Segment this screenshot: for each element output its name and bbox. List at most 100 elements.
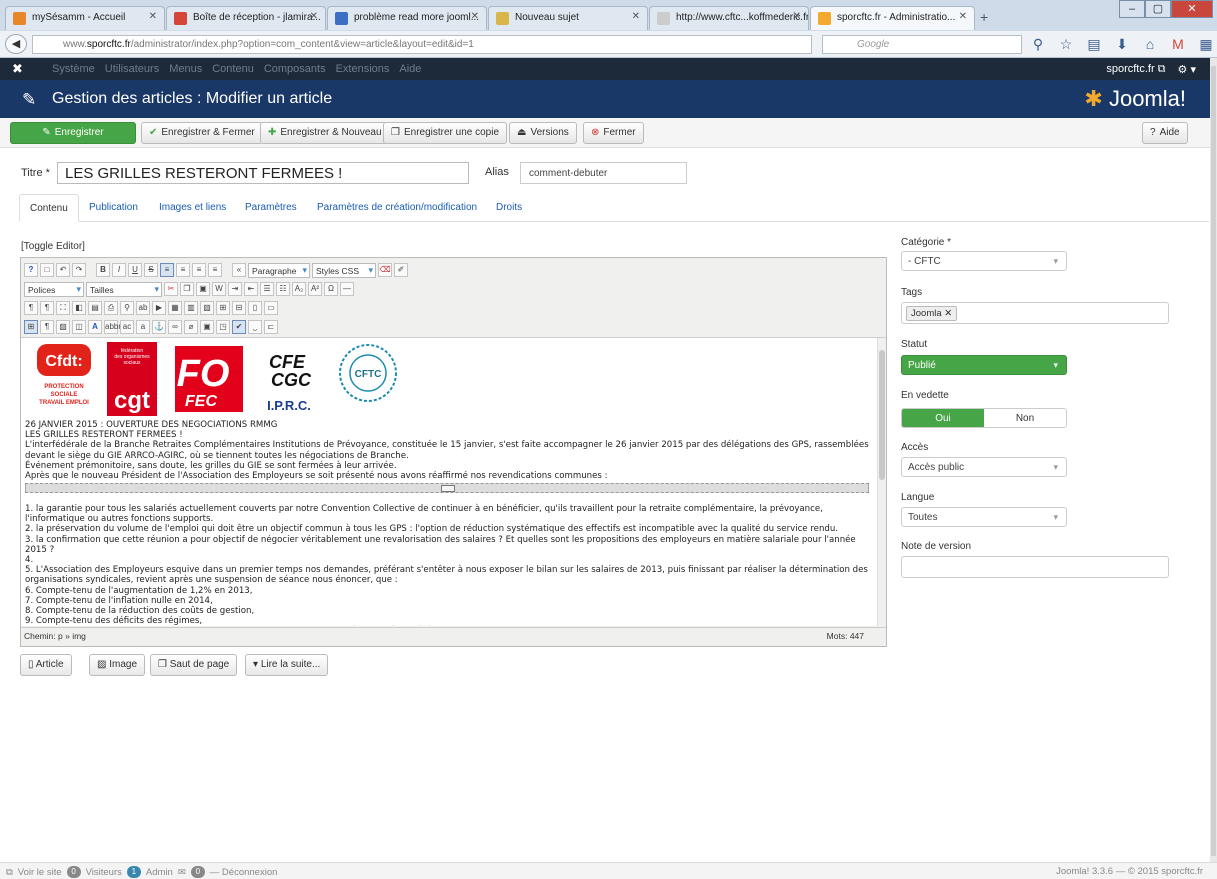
tags-input[interactable]: Joomla ✕	[901, 302, 1169, 324]
insert-pagebreak-button[interactable]: ❐ Saut de page	[150, 654, 238, 676]
settings-dropdown[interactable]: ⚙ ▾	[1178, 63, 1196, 76]
sizes-select[interactable]: Tailles	[86, 281, 162, 297]
maximize-icon[interactable]: ▢	[1145, 0, 1171, 18]
find-icon[interactable]: ⚲	[120, 301, 134, 315]
superscript-icon[interactable]: A²	[308, 282, 322, 296]
italic-icon[interactable]: I	[112, 263, 126, 277]
browser-tab-sporcftc-admin[interactable]: sporcftc.fr - Administratio... ✕	[810, 6, 975, 30]
version-note-input[interactable]	[901, 556, 1169, 578]
browser-tab-nouveau-sujet[interactable]: Nouveau sujet ✕	[488, 6, 648, 30]
minimize-icon[interactable]: –	[1119, 0, 1145, 18]
gmail-icon[interactable]: M	[1170, 36, 1186, 53]
browser-tab-cftc[interactable]: http://www.cftc...koffmederic.fr/ ✕	[649, 6, 809, 30]
delete-row-icon[interactable]: ⊟	[232, 301, 246, 315]
new-tab-icon[interactable]: +	[980, 9, 988, 25]
media-icon[interactable]: ▶	[152, 301, 166, 315]
unordered-list-icon[interactable]: ☰	[260, 282, 274, 296]
tab-close-icon[interactable]: ✕	[471, 11, 479, 22]
format-select[interactable]: Paragraphe	[248, 262, 310, 278]
charmap-icon[interactable]: Ω	[324, 282, 338, 296]
tab-close-icon[interactable]: ✕	[793, 11, 801, 22]
menu-composants[interactable]: Composants	[264, 63, 326, 75]
help-icon[interactable]: ?	[24, 263, 38, 277]
insert-article-button[interactable]: ▯ Article	[20, 654, 72, 676]
strikethrough-icon[interactable]: S	[144, 263, 158, 277]
link-icon[interactable]: ∞	[168, 320, 182, 334]
close-button[interactable]: ⊗ Fermer	[583, 122, 644, 144]
editor-content[interactable]: Cfdt: PROTECTION SOCIALE TRAVAIL EMPLOI …	[21, 338, 877, 626]
acronym-icon[interactable]: ac	[120, 320, 134, 334]
toggle-editor-link[interactable]: [Toggle Editor]	[21, 241, 85, 252]
close-window-icon[interactable]: ✕	[1171, 0, 1213, 18]
tab-parametres[interactable]: Paramètres	[235, 194, 307, 222]
blockquote-icon[interactable]: «	[232, 263, 246, 277]
featured-no-button[interactable]: Non	[984, 409, 1066, 427]
address-bar[interactable]: www.sporcftc.fr/administrator/index.php?…	[32, 35, 812, 54]
pilcrow-icon[interactable]: ¶	[40, 320, 54, 334]
paste-word-icon[interactable]: W	[212, 282, 226, 296]
title-input[interactable]: LES GRILLES RESTERONT FERMEES !	[57, 162, 469, 184]
fullscreen-icon[interactable]: ⛶	[56, 301, 70, 315]
ordered-list-icon[interactable]: ☷	[276, 282, 290, 296]
table-icon[interactable]: ▦	[168, 301, 182, 315]
row-props-icon[interactable]: ▥	[184, 301, 198, 315]
tab-droits[interactable]: Droits	[486, 194, 532, 222]
new-document-icon[interactable]: □	[40, 263, 54, 277]
anchor-icon[interactable]: ⚓	[152, 320, 166, 334]
tag-chip-joomla[interactable]: Joomla ✕	[906, 306, 958, 321]
copy-icon[interactable]: ❐	[180, 282, 194, 296]
cleanup-icon[interactable]: ✐	[394, 263, 408, 277]
save-new-button[interactable]: ✚ Enregistrer & Nouveau	[260, 122, 390, 144]
tab-publication[interactable]: Publication	[79, 194, 148, 222]
align-center-icon[interactable]: ≡	[176, 263, 190, 277]
menu-aide[interactable]: Aide	[399, 63, 421, 75]
download-icon[interactable]: ⬇	[1114, 36, 1130, 53]
replace-icon[interactable]: ab	[136, 301, 150, 315]
tab-close-icon[interactable]: ✕	[149, 11, 157, 22]
tab-contenu[interactable]: Contenu	[19, 194, 79, 222]
read-more-button[interactable]: ▾ Lire la suite...	[245, 654, 329, 676]
align-right-icon[interactable]: ≡	[192, 263, 206, 277]
ltr-icon[interactable]: ¶	[24, 301, 38, 315]
subscript-icon[interactable]: A₂	[292, 282, 306, 296]
styles-select[interactable]: Styles CSS	[312, 262, 376, 278]
site-link[interactable]: sporcftc.fr ⧉	[1106, 63, 1165, 76]
back-arrow-icon[interactable]: ◀	[5, 34, 27, 54]
tab-parametres-creation[interactable]: Paramètres de création/modification	[307, 194, 487, 222]
tab-close-icon[interactable]: ✕	[959, 11, 967, 22]
tab-close-icon[interactable]: ✕	[632, 11, 640, 22]
access-select[interactable]: Accès public	[901, 457, 1067, 477]
mail-icon[interactable]: ✉	[178, 867, 186, 878]
cut-icon[interactable]: ✂	[164, 282, 178, 296]
indent-icon[interactable]: ⇥	[228, 282, 242, 296]
category-select[interactable]: - CFTC	[901, 251, 1067, 271]
unlink-icon[interactable]: ⌀	[184, 320, 198, 334]
spellcheck-icon[interactable]: ✔	[232, 320, 246, 334]
featured-yes-button[interactable]: Oui	[902, 409, 984, 427]
align-justify-icon[interactable]: ≡	[208, 263, 222, 277]
save-copy-button[interactable]: ❐ Enregistrer une copie	[383, 122, 508, 144]
calendar-icon[interactable]: ▦	[1198, 36, 1214, 53]
eraser-icon[interactable]: ⌫	[378, 263, 392, 277]
menu-contenu[interactable]: Contenu	[212, 63, 254, 75]
bookmark-star-icon[interactable]: ☆	[1058, 36, 1074, 53]
outdent-icon[interactable]: ⇤	[244, 282, 258, 296]
visual-aid-icon[interactable]: ⊞	[24, 320, 38, 334]
language-select[interactable]: Toutes	[901, 507, 1067, 527]
tab-images-liens[interactable]: Images et liens	[149, 194, 236, 222]
page-scrollbar-thumb[interactable]	[1211, 66, 1216, 856]
code-icon[interactable]: ◳	[216, 320, 230, 334]
editor-scrollbar-thumb[interactable]	[879, 350, 885, 480]
insert-row-icon[interactable]: ⊞	[216, 301, 230, 315]
insert-layer-icon[interactable]: ◫	[72, 320, 86, 334]
fonts-select[interactable]: Polices	[24, 281, 84, 297]
menu-menus[interactable]: Menus	[169, 63, 202, 75]
browser-tab-joomla-forum[interactable]: problème read more jooml... ✕	[327, 6, 487, 30]
cell-props-icon[interactable]: ▧	[200, 301, 214, 315]
insert-image-button[interactable]: ▨ Image	[89, 654, 146, 676]
bold-icon[interactable]: B	[96, 263, 110, 277]
logout-link[interactable]: — Déconnexion	[210, 867, 278, 878]
attribs-icon[interactable]: a	[136, 320, 150, 334]
redo-icon[interactable]: ↷	[72, 263, 86, 277]
joomla-logo-icon[interactable]: ✖	[12, 61, 23, 77]
